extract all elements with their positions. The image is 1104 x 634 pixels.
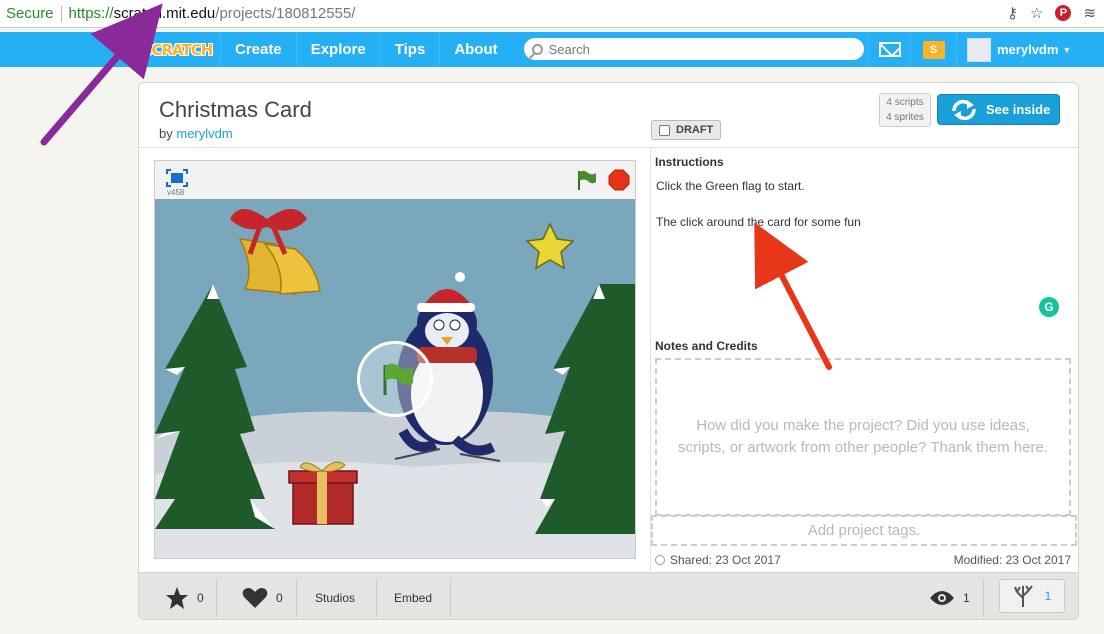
scripts-label: scripts [894,97,924,108]
instructions-text[interactable]: Click the Green flag to start. The click… [655,175,1071,330]
shared-date: Shared: 23 Oct 2017 [655,553,781,567]
favorite-button[interactable]: 0 [165,573,204,619]
header-divider [139,147,1078,148]
studios-button[interactable]: Studios [315,573,355,619]
project-player: v458 [154,160,636,559]
messages-button[interactable] [868,32,910,67]
heart-icon [242,587,268,608]
tags-field[interactable]: Add project tags. [651,515,1077,546]
nav-tips[interactable]: Tips [379,32,440,67]
instructions-line: The click around the card for some fun [656,215,861,229]
notes-field[interactable]: How did you make the project? Did you us… [655,358,1071,516]
username: merylvdm [997,42,1059,57]
project-card: Christmas Card by merylvdm DRAFT 4 scrip… [138,82,1079,620]
bookmark-star-icon[interactable]: ☆ [1030,4,1043,22]
project-stats: 4 scripts 4 sprites [879,93,931,127]
fullscreen-icon[interactable] [166,169,188,187]
scratch-logo[interactable]: SCRATCH [136,32,218,67]
mystuff-icon: S [922,40,945,59]
instructions-line: Click the Green flag to start. [656,179,805,193]
chevron-down-icon: ▼ [1062,44,1072,55]
shared-icon [655,555,665,565]
draft-checkbox[interactable] [659,124,670,136]
bar-separator [983,579,984,617]
favorites-count: 0 [197,590,204,605]
love-button[interactable]: 0 [242,573,283,619]
notes-heading: Notes and Credits [655,339,758,353]
draft-label: DRAFT [676,124,714,136]
pinterest-icon[interactable]: P [1055,5,1072,21]
bar-separator [216,579,217,617]
remix-tree-button[interactable]: 1 [999,579,1065,613]
grammarly-icon[interactable]: G [1039,297,1059,317]
bar-separator [450,579,451,617]
green-flag-icon[interactable] [575,169,597,191]
mystuff-button[interactable]: S [910,32,956,67]
address-separator [60,5,62,22]
see-inside-button[interactable]: See inside [937,94,1060,125]
scripts-stat: 4 scripts [886,95,923,110]
url-path: /projects/180812555/ [215,5,356,22]
site-nav: SCRATCH Create Explore Tips About S mery… [0,32,1104,67]
scripts-count: 4 [886,97,892,108]
by-label: by [159,126,173,141]
logo-text: SCRATCH [141,40,214,59]
url-scheme: https:// [68,5,114,22]
sprites-count: 4 [886,112,892,123]
key-icon[interactable]: ⚷ [1007,4,1018,22]
star-icon [166,586,188,609]
url-host: scratch.mit.edu [113,5,216,22]
browser-address-bar[interactable]: Secure https://scratch.mit.edu/projects/… [0,0,1104,28]
remix-tree-icon [1013,585,1033,607]
nav-create[interactable]: Create [220,32,296,67]
stop-icon[interactable] [608,169,630,191]
sprites-label: sprites [894,112,924,123]
remixes-count: 1 [1044,589,1052,603]
project-byline: by merylvdm [159,126,233,141]
bar-separator [296,579,297,617]
nav-about[interactable]: About [439,32,511,67]
search-box [523,38,864,60]
search-input[interactable] [548,41,839,57]
layers-icon[interactable]: ≋ [1083,4,1096,22]
present-decoration [288,461,358,525]
see-inside-icon [952,99,976,120]
shared-label: Shared: 23 Oct 2017 [670,553,781,567]
nav-explore[interactable]: Explore [295,32,380,67]
see-inside-label: See inside [986,102,1051,117]
instructions-heading: Instructions [655,155,724,169]
mail-icon [878,42,901,57]
browser-toolbar-icons: ⚷ ☆ P ≋ [1007,4,1096,22]
eye-icon [930,590,954,605]
draft-toggle[interactable]: DRAFT [651,120,722,140]
nav-user-area: S merylvdm ▼ [868,32,1081,67]
modified-date: Modified: 23 Oct 2017 [953,553,1071,567]
views-stat: 1 [929,573,970,619]
embed-button[interactable]: Embed [394,573,432,619]
avatar [967,37,991,62]
secure-label: Secure [6,5,54,22]
version-label: v458 [167,188,185,197]
bar-separator [376,579,377,617]
green-flag-icon [383,363,413,395]
project-actions-bar: 0 0 Studios Embed 1 1 [139,572,1078,619]
account-menu[interactable]: merylvdm ▼ [956,32,1081,67]
play-overlay-button[interactable] [357,341,433,417]
views-count: 1 [963,590,970,605]
author-link[interactable]: merylvdm [176,126,232,141]
project-stage[interactable] [155,199,635,558]
sprites-stat: 4 sprites [886,110,924,125]
project-title: Christmas Card [159,97,312,122]
search-icon [531,43,543,55]
loves-count: 0 [276,590,283,605]
column-divider [650,148,651,571]
